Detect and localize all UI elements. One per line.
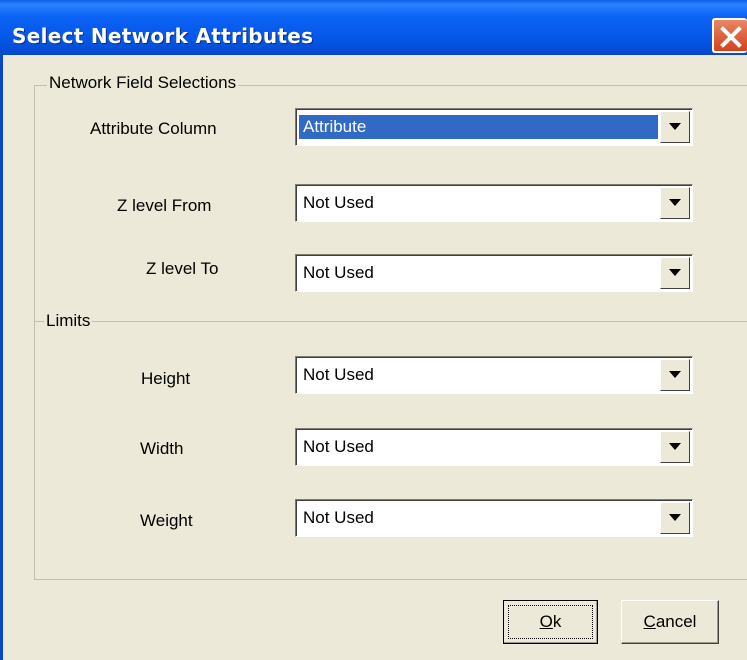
- height-label: Height: [141, 369, 191, 388]
- width-dropdown-button[interactable]: [660, 431, 690, 463]
- dialog-window: Select Network Attributes Network Field …: [0, 0, 747, 660]
- height-dropdown-button[interactable]: [660, 359, 690, 391]
- z-level-from-value: Not Used: [303, 193, 374, 212]
- weight-label: Weight: [140, 511, 193, 530]
- window-title: Select Network Attributes: [12, 24, 314, 48]
- ok-mnemonic: O: [539, 612, 553, 631]
- z-level-from-combo[interactable]: Not Used: [295, 184, 693, 222]
- dropdown-arrow-icon: [669, 199, 681, 206]
- dropdown-arrow-icon: [669, 371, 681, 378]
- z-level-from-label: Z level From: [117, 196, 212, 215]
- title-bar[interactable]: Select Network Attributes: [0, 0, 747, 55]
- cancel-button[interactable]: Cancel: [621, 600, 719, 644]
- weight-dropdown-button[interactable]: [660, 502, 690, 534]
- dropdown-arrow-icon: [669, 269, 681, 276]
- group-legend-network-field-selections: Network Field Selections: [47, 73, 239, 93]
- close-x-icon: [720, 26, 742, 48]
- attribute-column-dropdown-button[interactable]: [660, 111, 690, 143]
- z-level-to-dropdown-button[interactable]: [660, 257, 690, 289]
- width-value: Not Used: [303, 437, 374, 456]
- group-legend-limits: Limits: [44, 311, 93, 331]
- height-value: Not Used: [303, 365, 374, 384]
- width-label: Width: [140, 439, 184, 458]
- cancel-label-rest: ancel: [655, 612, 697, 631]
- attribute-column-value: Attribute: [299, 115, 658, 139]
- weight-value: Not Used: [303, 508, 374, 527]
- height-combo[interactable]: Not Used: [295, 356, 693, 394]
- attribute-column-label: Attribute Column: [90, 119, 217, 138]
- width-combo[interactable]: Not Used: [295, 428, 693, 466]
- z-level-from-dropdown-button[interactable]: [660, 187, 690, 219]
- z-level-to-combo[interactable]: Not Used: [295, 254, 693, 292]
- ok-button[interactable]: Ok: [503, 600, 598, 644]
- ok-label-rest: k: [552, 612, 562, 631]
- close-button[interactable]: [712, 18, 747, 53]
- z-level-to-value: Not Used: [303, 263, 374, 282]
- attribute-column-combo[interactable]: Attribute: [295, 108, 693, 146]
- dropdown-arrow-icon: [669, 123, 681, 130]
- cancel-mnemonic: C: [643, 612, 656, 631]
- dropdown-arrow-icon: [669, 443, 681, 450]
- z-level-to-label: Z level To: [146, 259, 219, 278]
- weight-combo[interactable]: Not Used: [295, 499, 693, 537]
- dropdown-arrow-icon: [669, 514, 681, 521]
